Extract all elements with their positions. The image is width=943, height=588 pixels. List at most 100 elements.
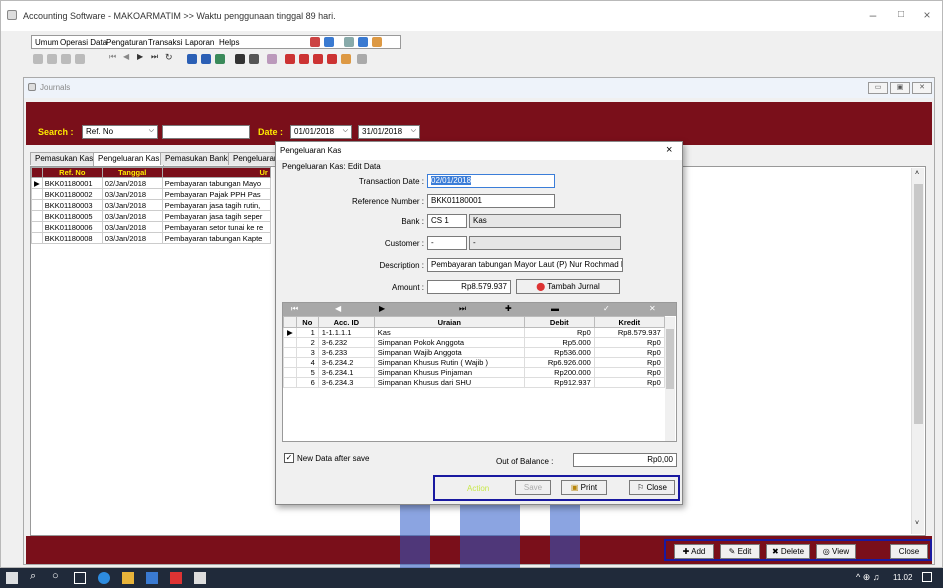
report3-icon[interactable] <box>313 54 323 64</box>
excel-icon[interactable] <box>215 54 225 64</box>
cell-tanggal[interactable]: 03/Jan/2018 <box>101 199 163 211</box>
new-data-checkbox[interactable]: ✓ <box>284 453 294 463</box>
cell-uraian[interactable]: Pembayaran tabungan Mayo <box>161 177 271 189</box>
close-button[interactable]: Close <box>890 544 928 559</box>
mail-icon[interactable] <box>170 572 182 584</box>
users-icon[interactable] <box>235 54 245 64</box>
nav-insert-icon[interactable]: ✚ <box>505 304 512 313</box>
close-icon[interactable]: × <box>917 7 937 23</box>
cell-tanggal[interactable]: 03/Jan/2018 <box>101 210 163 222</box>
scroll-up-icon[interactable]: ˄ <box>915 170 919 177</box>
table-row[interactable]: 3 3-6.233 Simpanan Wajib Anggota Rp536.000 R… <box>283 347 665 358</box>
transaction-date-field[interactable]: 02/01/2018 <box>427 174 555 188</box>
bank-code-field[interactable]: CS 1 <box>427 214 467 228</box>
start-icon[interactable] <box>6 572 18 584</box>
detail-scrollbar[interactable] <box>665 317 675 441</box>
nav-next-icon[interactable]: ▶ <box>379 304 385 313</box>
mdi-restore-icon[interactable]: ▣ <box>890 82 910 94</box>
grid-header-tanggal[interactable]: Tanggal <box>101 167 163 178</box>
table-row[interactable]: 6 3-6.234.3 Simpanan Khusus dari SHU Rp912.… <box>283 377 665 388</box>
table-row[interactable]: ▶ BKK01180001 02/Jan/2018 Pembayaran tabung… <box>31 177 271 189</box>
tab-pemasukan-bank[interactable]: Pemasukan Bank <box>160 152 233 165</box>
dialog-close-button[interactable]: ⚐ Close <box>629 480 675 495</box>
save-button[interactable]: Save <box>515 480 551 495</box>
search-input[interactable] <box>162 125 250 139</box>
view-icon[interactable] <box>75 54 85 64</box>
cortana-icon[interactable]: ○ <box>52 570 59 582</box>
table-row[interactable]: BKK01180006 03/Jan/2018 Pembayaran setor t… <box>31 221 271 233</box>
mdi-minimize-icon[interactable]: ▭ <box>868 82 888 94</box>
edit-icon[interactable] <box>47 54 57 64</box>
cell-tanggal[interactable]: 03/Jan/2018 <box>101 221 163 233</box>
search-icon[interactable] <box>310 37 320 47</box>
menu-laporan[interactable]: Laporan <box>185 38 214 47</box>
nav-prev-icon[interactable]: ◀ <box>335 304 341 313</box>
cell-uraian[interactable]: Pembayaran Pajak PPH Pas <box>161 188 271 200</box>
cell-tanggal[interactable]: 03/Jan/2018 <box>101 232 163 244</box>
delete-button[interactable]: ✖ Delete <box>766 544 810 559</box>
cell-uraian[interactable]: Pembayaran setor tunai ke re <box>161 221 271 233</box>
last-record-icon[interactable]: ⏭ <box>151 52 158 62</box>
nav-cancel-icon[interactable]: ✕ <box>649 304 656 313</box>
cell-ref[interactable]: BKK01180006 <box>41 221 103 233</box>
menu-helps[interactable]: Helps <box>219 38 239 47</box>
tambah-jurnal-button[interactable]: ⬤ Tambah Jurnal <box>516 279 620 294</box>
app-taskbar-icon[interactable] <box>194 572 206 584</box>
reference-number-field[interactable]: BKK01180001 <box>427 194 555 208</box>
table-row[interactable]: 4 3-6.234.2 Simpanan Khusus Rutin ( Wajib … <box>283 357 665 368</box>
filter-icon[interactable] <box>324 37 334 47</box>
print-button[interactable]: ▣ Print <box>561 480 607 495</box>
amount-field[interactable]: Rp8.579.937 <box>427 280 511 294</box>
minimize-icon[interactable]: – <box>863 7 883 23</box>
table-row[interactable]: BKK01180003 03/Jan/2018 Pembayaran jasa ta… <box>31 199 271 211</box>
grid-header-uraian[interactable]: Ur <box>161 167 271 178</box>
nav-first-icon[interactable]: ⏮ <box>291 304 298 314</box>
menu-operasi-data[interactable]: Operasi Data <box>60 38 107 47</box>
nav-last-icon[interactable]: ⏭ <box>459 304 466 314</box>
edit-button[interactable]: ✎ Edit <box>720 544 760 559</box>
cell-ref[interactable]: BKK01180005 <box>41 210 103 222</box>
explorer-icon[interactable] <box>122 572 134 584</box>
table-row[interactable]: BKK01180002 03/Jan/2018 Pembayaran Pajak P… <box>31 188 271 200</box>
cell-ref[interactable]: BKK01180002 <box>41 188 103 200</box>
tab-pengeluaran-kas[interactable]: Pengeluaran Kas <box>93 152 165 166</box>
grid-header-ref[interactable]: Ref. No <box>41 167 103 178</box>
detail-scroll-thumb[interactable] <box>666 329 674 389</box>
table-row[interactable]: BKK01180008 03/Jan/2018 Pembayaran tabunga… <box>31 232 271 244</box>
refresh-icon[interactable]: ↻ <box>165 52 173 63</box>
tab-pemasukan-kas[interactable]: Pemasukan Kas <box>30 152 99 165</box>
cell-ref[interactable]: BKK01180003 <box>41 199 103 211</box>
date-to-picker[interactable]: 31/01/2018 ⌵ <box>358 125 420 139</box>
grid-scrollbar[interactable]: ˄ ˅ <box>911 168 924 534</box>
cell-ref[interactable]: BKK01180008 <box>41 232 103 244</box>
view-button[interactable]: ◎ View <box>816 544 856 559</box>
dialog-close-icon[interactable]: × <box>666 144 672 156</box>
table-row[interactable]: ▶ 1 1-1.1.1.1 Kas Rp0 Rp8.579.937 <box>283 327 665 338</box>
scroll-down-icon[interactable]: ˅ <box>915 520 919 527</box>
prev-record-icon[interactable]: ◀ <box>123 52 129 61</box>
date-from-picker[interactable]: 01/01/2018 ⌵ <box>290 125 352 139</box>
report-icon[interactable] <box>285 54 295 64</box>
menu-transaksi[interactable]: Transaksi <box>148 38 182 47</box>
cell-ref[interactable]: BKK01180001 <box>41 177 103 189</box>
store-icon[interactable] <box>146 572 158 584</box>
new-icon[interactable] <box>33 54 43 64</box>
next-record-icon[interactable]: ▶ <box>137 52 143 61</box>
task-view-icon[interactable] <box>74 572 86 584</box>
search-icon[interactable]: ⌕ <box>30 570 36 583</box>
description-field[interactable]: Pembayaran tabungan Mayor Laut (P) Nur R… <box>427 258 623 272</box>
chart-bar-icon[interactable] <box>341 54 351 64</box>
notification-icon[interactable] <box>922 572 932 582</box>
list-icon[interactable] <box>344 37 354 47</box>
cell-uraian[interactable]: Pembayaran jasa tagih seper <box>161 210 271 222</box>
report2-icon[interactable] <box>299 54 309 64</box>
search-field-select[interactable]: Ref. No ⌵ <box>82 125 158 139</box>
cell-uraian[interactable]: Pembayaran jasa tagih rutin, <box>161 199 271 211</box>
menu-umum[interactable]: Umum <box>35 38 59 47</box>
customer-code-field[interactable]: - <box>427 236 467 250</box>
link-icon[interactable] <box>267 54 277 64</box>
first-record-icon[interactable]: ⏮ <box>109 52 116 62</box>
table-row[interactable]: 2 3-6.232 Simpanan Pokok Anggota Rp5.000 Rp0 <box>283 337 665 348</box>
cell-tanggal[interactable]: 02/Jan/2018 <box>101 177 163 189</box>
edge-icon[interactable] <box>98 572 110 584</box>
